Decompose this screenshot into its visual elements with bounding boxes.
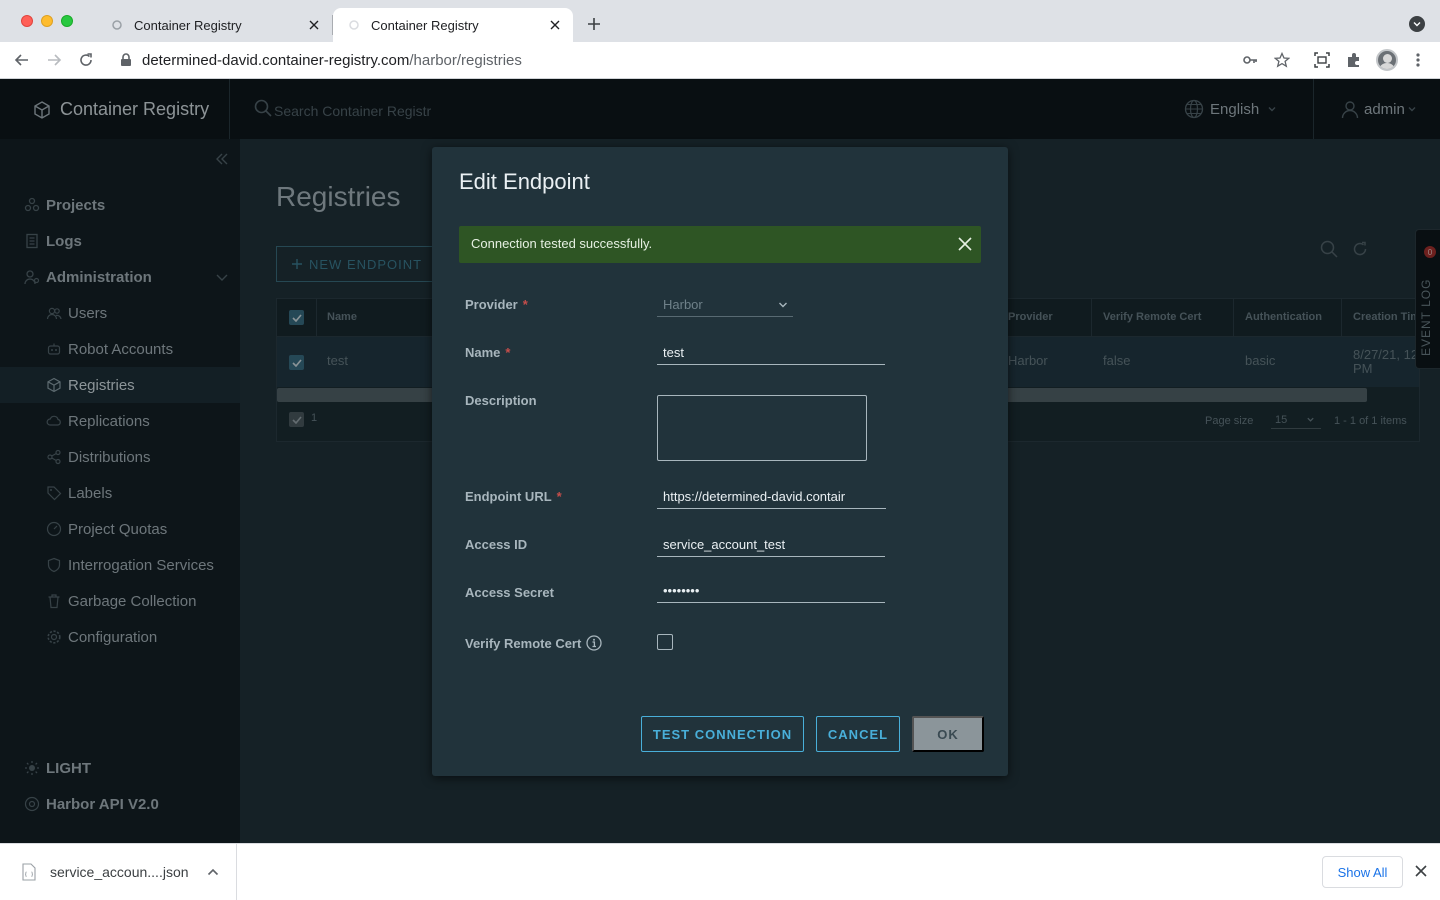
back-arrow-icon[interactable] [12,50,32,70]
alert-message: Connection tested successfully. [471,236,653,251]
description-label: Description [465,393,537,408]
window-close-button[interactable] [21,15,33,27]
access-id-input[interactable] [657,533,885,557]
ok-button[interactable]: OK [912,716,984,752]
verify-remote-cert-checkbox[interactable] [657,634,673,650]
url-path: /harbor/registries [409,51,522,69]
chevron-down-icon [777,299,789,311]
provider-label-text: Provider [465,297,518,312]
chevron-up-icon[interactable] [206,865,220,879]
download-bar: service_accoun....json Show All [0,843,1440,900]
url-host: determined-david.container-registry.com [142,51,410,69]
extensions-puzzle-icon[interactable] [1345,51,1363,69]
tab-favicon-icon [110,18,124,32]
name-input[interactable] [657,341,885,365]
tab-close-icon[interactable] [547,17,563,33]
download-filename: service_accoun....json [50,864,189,880]
address-bar[interactable]: determined-david.container-registry.com … [120,50,522,70]
edit-endpoint-modal: Edit Endpoint Connection tested successf… [432,147,1008,776]
browser-tabstrip: Container Registry Container Registry [0,0,1440,42]
tab-favicon-icon [347,18,361,32]
name-label-text: Name [465,345,501,360]
tab-close-icon[interactable] [306,17,322,33]
tab-title: Container Registry [134,17,242,33]
screen-capture-icon[interactable] [1313,51,1331,69]
browser-tab-2[interactable]: Container Registry [333,8,573,42]
browser-menu-icon[interactable] [1409,51,1427,69]
download-item[interactable]: service_accoun....json [0,844,237,900]
profile-avatar[interactable] [1376,49,1398,71]
verify-remote-cert-label: Verify Remote Cert [465,635,602,651]
tab-search-chevron-icon[interactable] [1409,16,1425,32]
access-secret-input[interactable] [657,579,885,603]
browser-toolbar: determined-david.container-registry.com … [0,42,1440,79]
show-all-button[interactable]: Show All [1322,856,1403,888]
required-mark: * [505,345,511,360]
harbor-app: Container Registry English admin [0,79,1440,843]
provider-label: Provider * [465,297,528,312]
key-icon[interactable] [1241,51,1259,69]
provider-value: Harbor [663,297,703,312]
cancel-button[interactable]: CANCEL [816,716,900,752]
verify-remote-cert-label-text: Verify Remote Cert [465,635,582,651]
star-bookmark-icon[interactable] [1273,51,1291,69]
access-id-label: Access ID [465,537,528,552]
access-secret-label: Access Secret [465,585,554,600]
window-zoom-button[interactable] [61,15,73,27]
new-tab-plus-icon[interactable] [584,14,604,34]
json-file-icon [22,863,36,881]
close-icon[interactable] [1414,864,1430,880]
required-mark: * [522,297,528,312]
avatar-body [1380,63,1394,69]
endpoint-url-input[interactable] [657,485,886,509]
endpoint-url-label-text: Endpoint URL [465,489,552,504]
endpoint-url-label: Endpoint URL * [465,489,562,504]
reload-icon[interactable] [76,50,96,70]
test-connection-button[interactable]: TEST CONNECTION [641,716,804,752]
lock-icon [120,53,134,67]
required-mark: * [556,489,562,504]
forward-arrow-icon[interactable] [44,50,64,70]
browser-tab-1[interactable]: Container Registry [96,8,332,42]
window-minimize-button[interactable] [41,15,53,27]
tab-title: Container Registry [371,17,479,33]
name-label: Name * [465,345,510,360]
close-icon[interactable] [956,235,974,253]
provider-select[interactable]: Harbor [657,293,793,317]
info-icon[interactable] [586,635,602,651]
description-textarea[interactable] [657,395,867,461]
avatar-head [1383,54,1392,63]
modal-title: Edit Endpoint [459,169,590,194]
success-alert: Connection tested successfully. [459,226,981,263]
